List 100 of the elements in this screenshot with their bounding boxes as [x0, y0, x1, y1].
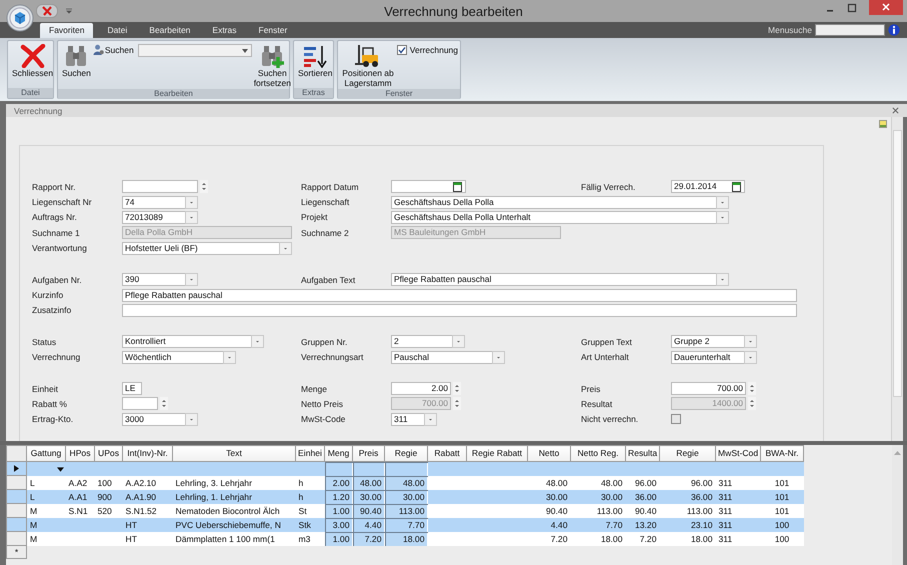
field-label: Rabatt %: [32, 398, 68, 409]
ribbon-tab[interactable]: Bearbeiten: [141, 23, 198, 38]
column-header[interactable]: Gattung: [26, 446, 66, 462]
table-cell: 90.40: [360, 506, 382, 516]
search-button[interactable]: Suchen: [92, 44, 134, 55]
table-cell: 23.10: [690, 520, 712, 530]
column-header[interactable]: Rabatt: [428, 446, 466, 462]
group-label: Datei: [8, 88, 53, 98]
dropdown[interactable]: 72013089: [122, 210, 198, 224]
column-header[interactable]: Int(Inv)-Nr.: [122, 446, 172, 462]
date-field[interactable]: [391, 180, 466, 194]
table-cell: 1.20: [332, 492, 350, 502]
table-cell: 30.00: [360, 492, 382, 502]
dropdown[interactable]: Geschäftshaus Della Polla Unterhalt: [391, 210, 729, 224]
table-cell: M: [30, 534, 38, 544]
close-icon[interactable]: [869, 0, 903, 15]
field-label: Rapport Nr.: [32, 182, 76, 192]
spin-buttons[interactable]: [748, 382, 756, 396]
date-field[interactable]: 29.01.2014: [671, 180, 745, 194]
dropdown[interactable]: Pflege Rabatten pauschal: [391, 273, 729, 286]
note-icon[interactable]: [879, 120, 887, 128]
checkbox[interactable]: Verrechnung: [396, 45, 458, 55]
column-header[interactable]: Netto Reg.: [570, 446, 626, 462]
column-header[interactable]: Regie Rabatt: [466, 446, 528, 462]
dropdown[interactable]: 311: [391, 412, 437, 426]
field-label: Aufgaben Nr.: [32, 274, 83, 285]
spin-buttons[interactable]: [453, 397, 461, 410]
column-header[interactable]: Regie: [384, 446, 428, 462]
column-header[interactable]: Text: [172, 446, 296, 462]
field-label: Ertrag-Kto.: [32, 414, 74, 424]
field-label: Aufgaben Text: [301, 274, 356, 285]
column-header[interactable]: Preis: [352, 446, 384, 462]
dropdown[interactable]: [26, 462, 66, 476]
text-field[interactable]: LE: [122, 382, 142, 396]
column-header[interactable]: HPos: [66, 446, 94, 462]
menu-search-label: Menusuche: [768, 25, 812, 35]
column-header[interactable]: Netto: [528, 446, 570, 462]
ribbon-button[interactable]: Suchen: [60, 43, 93, 80]
dropdown[interactable]: Geschäftshaus Della Polla: [391, 196, 729, 209]
info-icon[interactable]: [888, 24, 900, 36]
table-cell: L: [30, 478, 35, 488]
ribbon-tab[interactable]: Extras: [204, 23, 244, 38]
text-field[interactable]: Pflege Rabatten pauschal: [122, 288, 797, 302]
table-cell: 96.00: [634, 478, 656, 488]
ribbon-tab[interactable]: Datei: [99, 23, 136, 38]
dropdown[interactable]: Gruppe 2: [671, 335, 757, 348]
caret-icon: [452, 335, 465, 348]
number-field[interactable]: 2.00: [391, 382, 451, 396]
close-icon[interactable]: [36, 4, 58, 18]
ribbon-button[interactable]: Positionen ab Lagerstamm: [340, 43, 396, 89]
column-header[interactable]: Einhei: [296, 446, 324, 462]
dropdown[interactable]: Wöchentlich: [122, 350, 236, 364]
maximize-icon[interactable]: [847, 3, 857, 13]
table-cell: Nematoden Biocontrol Älch: [176, 506, 280, 516]
ribbon-tab[interactable]: Favoriten: [40, 23, 94, 38]
vertical-scrollbar[interactable]: [892, 445, 903, 565]
number-field[interactable]: [122, 180, 198, 194]
number-field[interactable]: 700.00: [671, 382, 746, 396]
column-header[interactable]: Regie: [660, 446, 716, 462]
spin-buttons[interactable]: [453, 382, 461, 396]
table-cell: 96.00: [690, 478, 712, 488]
dropdown[interactable]: Dauerunterhalt: [671, 350, 757, 364]
dropdown[interactable]: 74: [122, 196, 198, 209]
dropdown[interactable]: 3000: [122, 412, 198, 426]
checkbox[interactable]: [671, 414, 681, 424]
dropdown[interactable]: Kontrolliert: [122, 335, 264, 348]
ribbon-button[interactable]: Schliessen: [10, 43, 56, 80]
dropdown-arrow-icon[interactable]: [66, 8, 72, 14]
spin-buttons[interactable]: [748, 397, 756, 410]
spin-buttons[interactable]: [160, 397, 168, 410]
field-label: Fällig Verrech.: [581, 182, 636, 192]
column-header[interactable]: Meng: [324, 446, 352, 462]
dropdown[interactable]: Pauschal: [391, 350, 505, 364]
column-header[interactable]: MwSt-Cod: [716, 446, 760, 462]
table-cell: h: [298, 478, 304, 488]
column-header[interactable]: BWA-Nr.: [760, 446, 804, 462]
column-header[interactable]: UPos: [94, 446, 122, 462]
ribbon-button[interactable]: Suchen fortsetzen: [252, 43, 293, 89]
close-icon[interactable]: [892, 107, 899, 114]
table-cell: 7.20: [640, 534, 656, 544]
spin-buttons[interactable]: [200, 180, 208, 194]
caret-icon: [716, 273, 729, 286]
text-field[interactable]: [122, 304, 797, 317]
ribbon-tab[interactable]: Fenster: [250, 23, 296, 38]
caret-icon: [492, 350, 505, 364]
ribbon-button[interactable]: Sortieren: [296, 43, 334, 80]
table-cell: h: [298, 492, 304, 502]
column-header[interactable]: Resulta: [626, 446, 660, 462]
table-cell: S.N1.52: [126, 506, 157, 516]
table-cell: 900: [98, 492, 112, 502]
number-field[interactable]: [122, 397, 158, 410]
menu-search-field[interactable]: [815, 24, 885, 36]
dropdown[interactable]: Hofstetter Ueli (BF): [122, 242, 292, 255]
dropdown[interactable]: 2: [391, 335, 465, 348]
scroll-thumb[interactable]: [893, 130, 902, 397]
table-cell: 1.00: [332, 506, 350, 516]
dropdown[interactable]: 390: [122, 273, 198, 286]
table-cell: Dämmplatten 1 100 mm(1: [176, 534, 275, 544]
table-cell: 48.00: [600, 478, 622, 488]
vertical-scrollbar[interactable]: [891, 117, 903, 441]
